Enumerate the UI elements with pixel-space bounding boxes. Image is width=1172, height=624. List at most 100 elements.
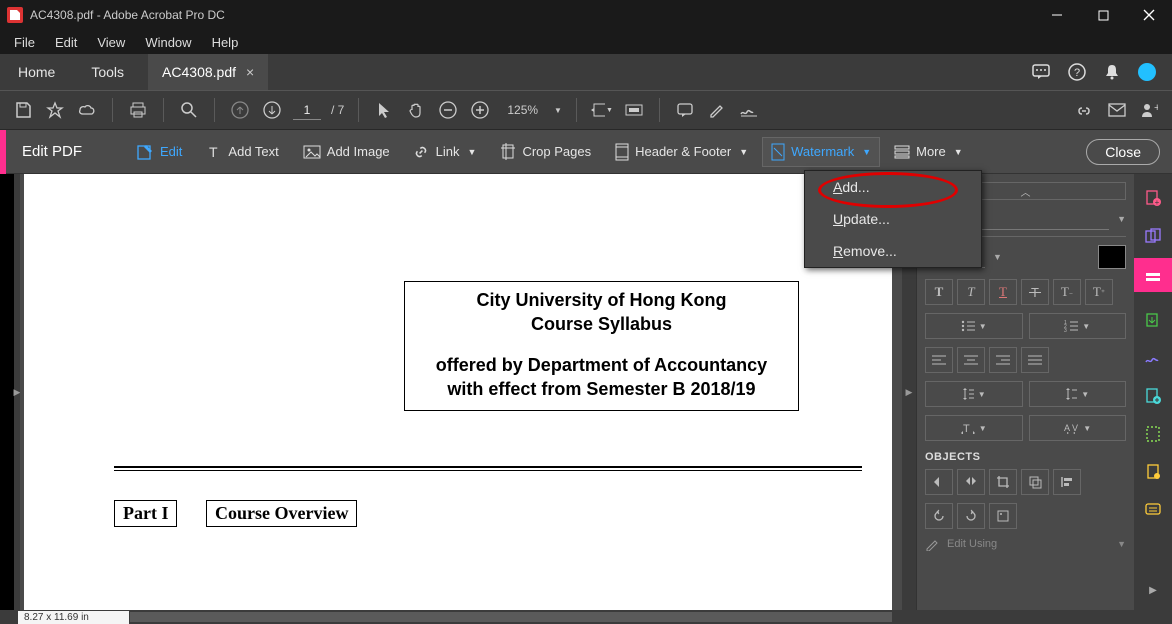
page-number-input[interactable] <box>293 100 321 120</box>
italic-button[interactable]: T <box>957 279 985 305</box>
rail-expand-icon[interactable]: ▶ <box>1143 580 1163 600</box>
character-spacing-button[interactable]: AV▼ <box>1029 415 1127 441</box>
flip-vertical-button[interactable] <box>925 469 953 495</box>
align-right-button[interactable] <box>989 347 1017 373</box>
dropdown-icon[interactable]: ▼ <box>993 252 1002 262</box>
align-objects-button[interactable] <box>1053 469 1081 495</box>
create-pdf-icon[interactable]: + <box>1143 188 1163 208</box>
svg-text:A: A <box>1064 423 1070 433</box>
maximize-button[interactable] <box>1080 0 1126 30</box>
next-page-icon[interactable] <box>261 99 283 121</box>
text-color-swatch[interactable] <box>1098 245 1126 269</box>
watermark-tool[interactable]: Watermark▼ <box>762 137 880 167</box>
arrange-button[interactable] <box>1021 469 1049 495</box>
menu-bar: File Edit View Window Help <box>0 30 1172 54</box>
sign-icon[interactable] <box>1143 348 1163 368</box>
zoom-dropdown-icon[interactable]: ▼ <box>554 106 562 115</box>
flip-horizontal-button[interactable] <box>957 469 985 495</box>
edit-using-label[interactable]: Edit Using <box>947 538 997 550</box>
zoom-level[interactable]: 125% <box>507 103 538 117</box>
svg-text:+: + <box>1154 102 1158 114</box>
tab-tools[interactable]: Tools <box>73 54 142 90</box>
selection-icon[interactable] <box>373 99 395 121</box>
crop-pages-tool[interactable]: Crop Pages <box>490 137 601 167</box>
add-image-tool[interactable]: Add Image <box>293 138 400 165</box>
share-person-icon[interactable]: + <box>1138 99 1160 121</box>
crop-object-button[interactable] <box>989 469 1017 495</box>
part-label-box[interactable]: Part I <box>114 500 177 527</box>
sticky-note-icon[interactable] <box>674 99 696 121</box>
dropdown-icon[interactable]: ▼ <box>1117 214 1126 224</box>
superscript-button[interactable]: T₋ <box>1053 279 1081 305</box>
print-icon[interactable] <box>127 99 149 121</box>
tab-close-icon[interactable]: × <box>246 64 254 80</box>
cloud-icon[interactable] <box>76 99 98 121</box>
subscript-button[interactable]: T⁺ <box>1085 279 1113 305</box>
protect-icon[interactable] <box>1143 462 1163 482</box>
edit-pdf-rail-icon[interactable] <box>1134 258 1172 292</box>
menu-edit[interactable]: Edit <box>45 32 87 53</box>
menu-window[interactable]: Window <box>135 32 201 53</box>
paragraph-spacing-button[interactable]: ▼ <box>1029 381 1127 407</box>
account-avatar[interactable] <box>1138 63 1156 81</box>
align-center-button[interactable] <box>957 347 985 373</box>
document-canvas[interactable]: City University of Hong Kong Course Syll… <box>20 174 902 610</box>
horizontal-scrollbar[interactable] <box>130 612 892 622</box>
menu-view[interactable]: View <box>87 32 135 53</box>
status-bar: 8.27 x 11.69 in <box>0 610 1172 624</box>
add-text-tool[interactable]: T Add Text <box>196 138 288 166</box>
share-link-icon[interactable] <box>1074 99 1096 121</box>
redact-icon[interactable] <box>1143 424 1163 444</box>
pdf-page[interactable]: City University of Hong Kong Course Syll… <box>24 174 892 610</box>
help-icon[interactable]: ? <box>1068 63 1086 81</box>
zoom-out-icon[interactable] <box>437 99 459 121</box>
tab-home[interactable]: Home <box>0 54 73 90</box>
star-icon[interactable] <box>44 99 66 121</box>
link-tool[interactable]: Link▼ <box>404 138 487 166</box>
organize-pages-icon[interactable] <box>1143 386 1163 406</box>
bullet-list-button[interactable]: ▼ <box>925 313 1023 339</box>
email-icon[interactable] <box>1106 99 1128 121</box>
highlight-icon[interactable] <box>706 99 728 121</box>
hand-icon[interactable] <box>405 99 427 121</box>
fit-page-icon[interactable] <box>623 99 645 121</box>
bold-button[interactable]: T <box>925 279 953 305</box>
export-pdf-icon[interactable] <box>1143 310 1163 330</box>
align-left-button[interactable] <box>925 347 953 373</box>
signature-icon[interactable] <box>738 99 760 121</box>
strikethrough-button[interactable]: T <box>1021 279 1049 305</box>
replace-image-button[interactable] <box>989 503 1017 529</box>
close-window-button[interactable] <box>1126 0 1172 30</box>
edit-pdf-bar: Edit PDF Edit T Add Text Add Image Link▼… <box>0 130 1172 174</box>
prev-page-icon[interactable] <box>229 99 251 121</box>
zoom-in-icon[interactable] <box>469 99 491 121</box>
document-title-box[interactable]: City University of Hong Kong Course Syll… <box>404 281 799 411</box>
rotate-cw-button[interactable] <box>957 503 985 529</box>
comments-icon[interactable] <box>1032 64 1050 80</box>
rotate-ccw-button[interactable] <box>925 503 953 529</box>
notifications-icon[interactable] <box>1104 63 1120 81</box>
watermark-add-item[interactable]: AAdd...dd... <box>805 171 981 203</box>
menu-help[interactable]: Help <box>202 32 249 53</box>
close-editpdf-button[interactable]: Close <box>1086 139 1160 165</box>
overview-label-box[interactable]: Course Overview <box>206 500 357 527</box>
tab-document[interactable]: AC4308.pdf × <box>148 54 268 90</box>
watermark-remove-item[interactable]: Remove... <box>805 235 981 267</box>
combine-files-icon[interactable] <box>1143 226 1163 246</box>
minimize-button[interactable] <box>1034 0 1080 30</box>
save-icon[interactable] <box>12 99 34 121</box>
comment-rail-icon[interactable] <box>1143 500 1163 520</box>
numbered-list-button[interactable]: 123▼ <box>1029 313 1127 339</box>
menu-file[interactable]: File <box>4 32 45 53</box>
more-tool[interactable]: More▼ <box>884 138 973 165</box>
align-justify-button[interactable] <box>1021 347 1049 373</box>
edit-tool[interactable]: Edit <box>126 137 192 167</box>
line-spacing-button[interactable]: ▼ <box>925 381 1023 407</box>
horizontal-scale-button[interactable]: T▼ <box>925 415 1023 441</box>
fit-width-icon[interactable]: ▼ <box>591 99 613 121</box>
search-icon[interactable] <box>178 99 200 121</box>
page-total-label: / 7 <box>331 103 344 117</box>
watermark-update-item[interactable]: Update... <box>805 203 981 235</box>
underline-button[interactable]: T <box>989 279 1017 305</box>
header-footer-tool[interactable]: Header & Footer▼ <box>605 137 758 167</box>
